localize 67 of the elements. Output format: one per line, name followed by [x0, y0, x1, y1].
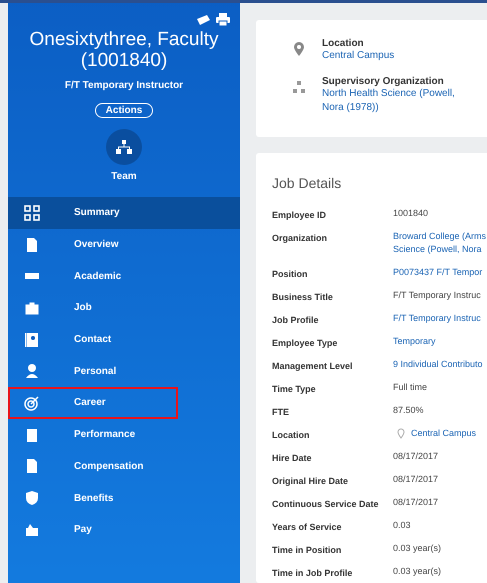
org-chart-icon: [292, 79, 306, 95]
target-icon: [24, 394, 40, 411]
field-value: 87.50%: [393, 405, 424, 415]
org-chart-icon: [116, 140, 132, 154]
field-value: 0.03 year(s): [393, 566, 442, 576]
field-label: Management Level: [272, 360, 354, 371]
nav-item[interactable]: Overview: [8, 228, 240, 260]
field-label: Business Title: [272, 291, 334, 302]
document-icon: [24, 236, 40, 253]
field-link[interactable]: North Health Science (Powell, Nora (1978)): [322, 87, 472, 115]
field-link[interactable]: Central Campus: [322, 49, 472, 63]
field-value: 08/17/2017: [393, 451, 438, 461]
field-label: Original Hire Date: [272, 475, 350, 486]
document-icon: [24, 458, 40, 474]
contact-card-icon: [24, 332, 40, 348]
field-value: F/T Temporary Instruc: [393, 290, 481, 300]
grid-icon: [24, 204, 40, 221]
field-label: Employee ID: [272, 209, 328, 220]
field-label: Supervisory Organization: [322, 76, 445, 87]
field-label: Location: [272, 429, 310, 440]
print-icon[interactable]: [216, 13, 230, 26]
field-value: 08/17/2017: [393, 497, 438, 507]
field-value: 1001840: [393, 208, 428, 218]
nav-item[interactable]: Contact: [8, 324, 240, 356]
nav-item[interactable]: Performance: [8, 418, 240, 450]
field-label: Location: [322, 38, 365, 49]
field-value: Full time: [393, 382, 428, 392]
field-label: Position: [272, 268, 308, 279]
field-link[interactable]: Science (Powell, Nora: [393, 243, 487, 256]
tag-icon[interactable]: [196, 14, 210, 24]
field-label: Employee Type: [272, 337, 338, 348]
nav-item[interactable]: Compensation: [8, 450, 240, 482]
field-value: 0.03 year(s): [393, 543, 442, 553]
field-label: Continuous Service Date: [272, 498, 380, 509]
nav-item[interactable]: Career: [8, 387, 178, 419]
team-button[interactable]: [106, 129, 142, 165]
field-label: Organization: [272, 232, 328, 245]
field-link[interactable]: F/T Temporary Instruc: [393, 312, 487, 325]
briefcase-icon: [24, 300, 40, 316]
actions-button[interactable]: Actions: [94, 103, 154, 118]
nav-item[interactable]: Benefits: [8, 482, 240, 514]
nav-item[interactable]: Job: [8, 292, 240, 324]
location-pin-icon: [397, 428, 405, 439]
person-icon: [24, 363, 40, 380]
field-value: 08/17/2017: [393, 474, 438, 484]
field-label: Time in Position: [272, 544, 342, 555]
field-label: Time Type: [272, 383, 317, 394]
field-value: 0.03: [393, 520, 411, 530]
team-label: Team: [111, 171, 137, 182]
field-link[interactable]: Temporary: [393, 335, 487, 348]
field-label: Hire Date: [272, 452, 313, 463]
nav-item[interactable]: Pay: [8, 514, 240, 546]
section-title: Job Details: [272, 175, 342, 191]
field-label: Time in Job Profile: [272, 567, 354, 578]
nav-item[interactable]: Academic: [8, 260, 240, 292]
worker-name: Onesixtythree, Faculty (1001840): [28, 29, 220, 71]
field-link[interactable]: Central Campus: [411, 427, 476, 440]
location-pin-icon: [292, 41, 306, 57]
field-label: FTE: [272, 406, 290, 417]
field-link[interactable]: Broward College (Arms: [393, 230, 487, 243]
nav-item[interactable]: Personal: [8, 355, 240, 388]
field-label: Years of Service: [272, 521, 343, 532]
job-title: F/T Temporary Instructor: [64, 80, 184, 91]
field-link[interactable]: P0073437 F/T Tempor: [393, 266, 487, 279]
field-link[interactable]: 9 Individual Contributo: [393, 358, 487, 371]
nav-item[interactable]: Summary: [8, 197, 240, 229]
field-label: Job Profile: [272, 314, 320, 325]
